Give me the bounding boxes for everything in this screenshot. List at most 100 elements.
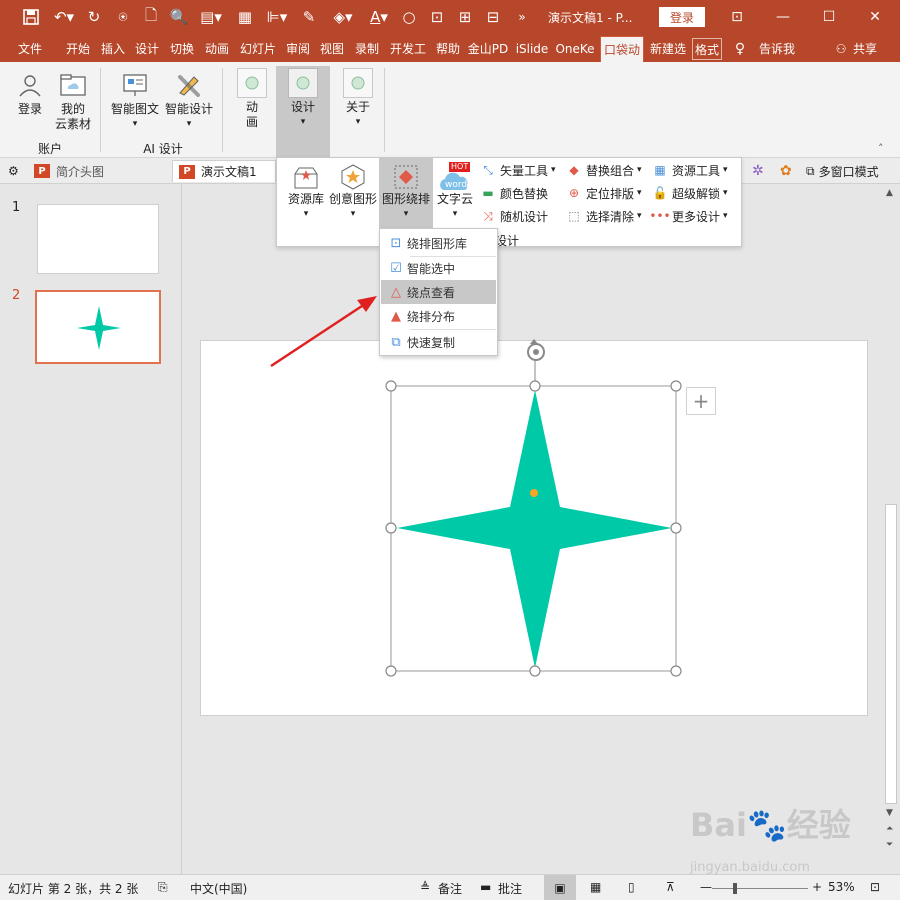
menu-item-wrap-distribute[interactable]: ▲ 绕排分布 <box>381 304 496 328</box>
notes-button[interactable]: 备注 <box>438 880 462 897</box>
multi-window-button[interactable]: ⧉ 多窗口模式 <box>806 160 879 182</box>
replace-combine-button[interactable]: ◆ 替换组合 ▾ <box>567 160 641 180</box>
grid-icon[interactable]: ▦ <box>234 5 256 29</box>
tab-transitions[interactable]: 切换 <box>166 38 198 60</box>
resize-handle[interactable] <box>385 522 397 534</box>
close-icon[interactable]: ✕ <box>860 5 890 29</box>
tell-me-search[interactable]: 告诉我 <box>752 38 802 60</box>
settings-icon[interactable]: ✿ <box>780 160 792 182</box>
login-button[interactable]: 登录 <box>659 7 705 27</box>
share-icon[interactable]: ⚇ <box>834 38 848 60</box>
scroll-up-icon[interactable]: ▲ <box>886 188 893 198</box>
rotate-handle-icon[interactable] <box>527 339 545 361</box>
tab-record[interactable]: 录制 <box>350 38 384 60</box>
doc-tab-presentation[interactable]: P 演示文稿1 <box>172 160 276 182</box>
resize-handle[interactable] <box>670 380 682 392</box>
fit-window-icon[interactable]: ⊡ <box>870 880 880 894</box>
magic-icon[interactable]: ✲ <box>752 160 764 182</box>
lightbulb-icon[interactable]: ♀ <box>730 38 750 60</box>
design-button-active[interactable]: 设计 ▾ <box>276 66 330 158</box>
spellcheck-icon[interactable]: ⎘ <box>158 880 168 895</box>
random-design-button[interactable]: ⤨ 随机设计 <box>481 206 548 226</box>
creative-shape-button[interactable]: 创意图形 ▾ <box>327 162 379 222</box>
scroll-down-icon[interactable]: ▼ <box>886 808 893 818</box>
tab-kingsoft-pdf[interactable]: 金山PD <box>466 38 510 60</box>
resize-handle[interactable] <box>385 665 397 677</box>
rotate-icon[interactable]: ⊞ <box>454 5 476 29</box>
zoom-slider-track[interactable] <box>712 888 808 889</box>
menu-item-smart-select[interactable]: ☑ 智能选中 <box>381 256 496 280</box>
tab-design[interactable]: 设计 <box>132 38 162 60</box>
menu-item-quick-copy[interactable]: ⧉ 快速复制 <box>381 330 496 354</box>
print-preview-icon[interactable]: 🔍 <box>168 5 190 29</box>
new-icon[interactable]: 🗋 <box>140 5 162 29</box>
login-ribbon-button[interactable]: 登录 <box>10 70 50 117</box>
zoom-slider-thumb[interactable] <box>732 883 737 894</box>
more-design-button[interactable]: ••• 更多设计 ▾ <box>649 206 727 226</box>
smart-design-button[interactable]: 智能设计 ▾ <box>162 70 216 132</box>
shape-icon[interactable]: ⊡ <box>426 5 448 29</box>
share-button[interactable]: 共享 <box>848 38 882 60</box>
comments-button[interactable]: 批注 <box>498 880 522 897</box>
resize-handle[interactable] <box>670 665 682 677</box>
table-icon[interactable]: ⊟ <box>482 5 504 29</box>
tab-animations[interactable]: 动画 <box>200 38 234 60</box>
tab-gear-icon[interactable]: ⚙ <box>8 160 19 182</box>
resize-handle[interactable] <box>529 380 541 392</box>
tab-slideshow[interactable]: 幻灯片 <box>236 38 280 60</box>
next-slide-icon[interactable]: ⏷ <box>886 840 893 850</box>
resource-tools-button[interactable]: ▦ 资源工具 ▾ <box>653 160 727 180</box>
slide-thumbnail-selected[interactable] <box>35 290 161 364</box>
shape-wrap-button-active[interactable]: 图形绕排 ▾ <box>379 158 433 230</box>
doc-tab-intro[interactable]: P 简介头图 <box>34 160 104 182</box>
zoom-in-icon[interactable]: + <box>812 880 822 894</box>
tab-view[interactable]: 视图 <box>316 38 348 60</box>
resource-library-button[interactable]: 资源库 ▾ <box>285 162 327 222</box>
tab-home[interactable]: 开始 <box>60 38 96 60</box>
align-icon[interactable]: ⊫▾ <box>262 5 292 29</box>
redo-icon[interactable]: ↻ <box>84 5 104 29</box>
word-cloud-button[interactable]: HOT word 文字云 ▾ <box>433 162 477 222</box>
scroll-thumb[interactable] <box>885 504 897 804</box>
cloud-assets-button[interactable]: 我的 云素材 <box>52 70 94 132</box>
undo-icon[interactable]: ↶▾ <box>50 5 78 29</box>
menu-item-view-around-point[interactable]: △ 绕点查看 <box>381 280 496 304</box>
tab-insert[interactable]: 插入 <box>98 38 128 60</box>
tab-pocket-animation[interactable]: 口袋动 <box>600 36 644 62</box>
animation-button[interactable]: 动 画 <box>232 68 272 130</box>
menu-item-wrap-library[interactable]: ⊡ 绕排图形库 <box>381 231 496 255</box>
about-button[interactable]: 关于 ▾ <box>338 68 378 130</box>
tab-help[interactable]: 帮助 <box>432 38 464 60</box>
vertical-scrollbar[interactable]: ▲ ▼ ⏶ ⏷ <box>882 184 900 874</box>
tab-file[interactable]: 文件 <box>8 38 52 60</box>
resize-handle[interactable] <box>529 665 541 677</box>
color-replace-button[interactable]: ▬ 颜色替换 <box>481 183 548 203</box>
font-color-icon[interactable]: A ▾ <box>364 5 394 29</box>
normal-view-icon[interactable]: ▣ <box>544 875 576 900</box>
select-clear-button[interactable]: ⬚ 选择清除 ▾ <box>567 206 641 226</box>
fill-icon[interactable]: ◈▾ <box>328 5 358 29</box>
save-icon[interactable] <box>20 5 42 29</box>
vector-tools-button[interactable]: ⤡ 矢量工具 ▾ <box>481 160 555 180</box>
tab-new-option[interactable]: 新建选 <box>646 38 690 60</box>
slideshow-icon[interactable]: ⊼ <box>666 880 675 894</box>
four-point-star-shape[interactable] <box>397 390 672 668</box>
language-indicator[interactable]: 中文(中国) <box>190 880 247 897</box>
collapse-ribbon-icon[interactable]: ˄ <box>878 142 884 155</box>
ribbon-display-icon[interactable]: ⊡ <box>722 5 752 29</box>
reading-view-icon[interactable]: ▯ <box>628 880 635 894</box>
resize-handle[interactable] <box>385 380 397 392</box>
resize-handle[interactable] <box>670 522 682 534</box>
slide-sorter-icon[interactable]: ▦ <box>590 880 601 894</box>
minimize-icon[interactable]: — <box>768 5 798 29</box>
present-icon[interactable]: ⍟ <box>112 5 134 29</box>
open-icon[interactable]: ▤▾ <box>196 5 226 29</box>
super-unlock-button[interactable]: 🔓 超级解锁 ▾ <box>653 183 728 203</box>
slide-thumbnail[interactable] <box>37 204 159 274</box>
zoom-out-icon[interactable]: — <box>700 880 712 894</box>
shape-circle-icon[interactable]: ○ <box>398 5 420 29</box>
maximize-icon[interactable]: ☐ <box>814 5 844 29</box>
shape-adjust-handle[interactable] <box>530 489 538 497</box>
tab-developer[interactable]: 开发工 <box>386 38 430 60</box>
eyedropper-icon[interactable]: ✎ <box>298 5 320 29</box>
